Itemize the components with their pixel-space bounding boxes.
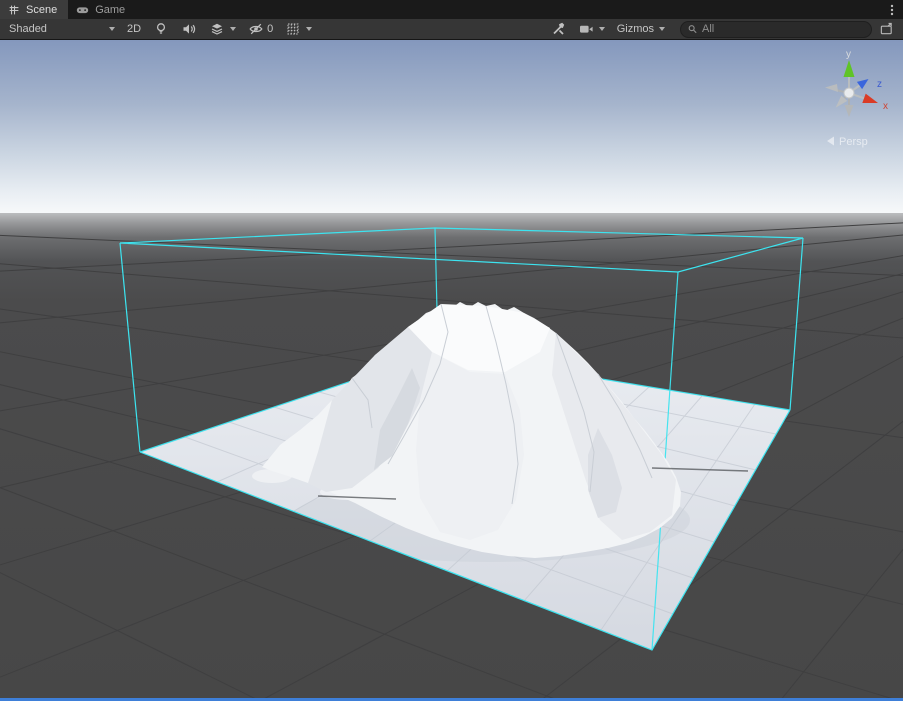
gizmo-x-label: x: [883, 101, 888, 112]
camera-icon: [578, 21, 594, 37]
shading-mode-dropdown[interactable]: Shaded: [4, 21, 120, 38]
scene-viewport[interactable]: y z x Persp: [0, 0, 903, 701]
gizmos-label: Gizmos: [617, 23, 654, 35]
tab-scene[interactable]: Scene: [0, 0, 68, 19]
gizmo-y-label: y: [846, 49, 851, 60]
gizmos-dropdown[interactable]: Gizmos: [612, 21, 670, 38]
lightbulb-icon: [153, 21, 169, 37]
camera-dropdown[interactable]: [573, 21, 610, 38]
scene-search-field[interactable]: [680, 21, 872, 38]
tab-scene-label: Scene: [26, 4, 57, 16]
scene-toolbar: Shaded 2D: [0, 19, 903, 40]
scene-grid-icon: [7, 3, 21, 17]
gamepad-icon: [75, 3, 90, 17]
popout-button[interactable]: [874, 21, 899, 38]
tab-bar: Scene Game: [0, 0, 903, 19]
projection-label: Persp: [839, 136, 868, 148]
window-popout-icon: [879, 22, 894, 37]
chevron-down-icon: [109, 27, 115, 31]
hidden-objects-count: 0: [267, 23, 273, 35]
tools-button[interactable]: [545, 21, 571, 38]
shading-mode-label: Shaded: [9, 23, 47, 35]
chevron-down-icon: [230, 27, 236, 31]
chevron-down-icon: [659, 27, 665, 31]
chevron-down-icon: [599, 27, 605, 31]
gizmo-center[interactable]: [844, 88, 854, 98]
2d-toggle[interactable]: 2D: [122, 21, 146, 38]
magnifier-icon: [687, 23, 698, 35]
chevron-down-icon: [306, 27, 312, 31]
layers-icon: [209, 21, 225, 37]
eye-slash-icon: [248, 21, 264, 37]
unity-scene-window: y z x Persp Scene Game: [0, 0, 903, 701]
tab-game[interactable]: Game: [68, 0, 136, 19]
hidden-objects-toggle[interactable]: 0: [243, 21, 278, 38]
2d-toggle-label: 2D: [127, 23, 141, 35]
sky: [0, 36, 903, 214]
kebab-menu-icon: [885, 3, 899, 17]
gizmo-z-label: z: [877, 79, 882, 90]
audio-toggle[interactable]: [176, 21, 202, 38]
speaker-icon: [181, 21, 197, 37]
tab-game-label: Game: [95, 4, 125, 16]
grid-icon: [285, 21, 301, 37]
tabbar-spacer: [136, 0, 881, 19]
scene-lighting-toggle[interactable]: [148, 21, 174, 38]
tab-menu-button[interactable]: [881, 0, 903, 19]
effects-dropdown[interactable]: [204, 21, 241, 38]
search-input[interactable]: [702, 23, 865, 35]
grid-visibility-dropdown[interactable]: [280, 21, 317, 38]
hammer-wrench-icon: [550, 21, 566, 37]
